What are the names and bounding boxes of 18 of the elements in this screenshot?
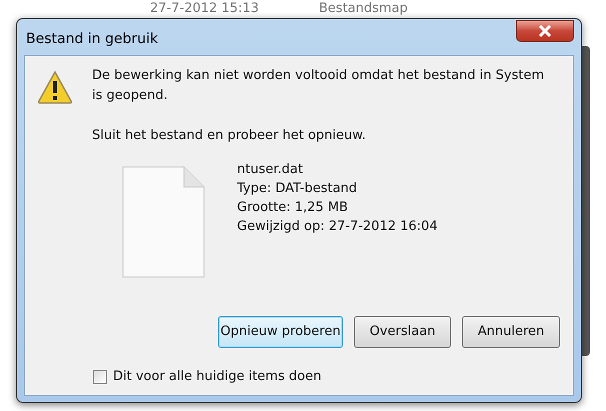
file-name: ntuser.dat <box>237 161 304 179</box>
file-detail: Grootte: 1,25 MB <box>237 199 349 217</box>
dialog-button[interactable]: Opnieuw proberen <box>218 316 343 348</box>
instruction-text: Sluit het bestand en probeer het opnieuw. <box>92 127 367 145</box>
checkbox-label: Dit voor alle huidige items doen <box>113 368 322 386</box>
warning-icon <box>37 70 73 104</box>
file-detail: Gewijzigd op: 27-7-2012 16:04 <box>237 218 438 236</box>
file-icon <box>122 166 205 278</box>
file-detail: Type: DAT-bestand <box>237 180 358 198</box>
type-text: Bestandsmap <box>318 0 408 18</box>
dialog-button[interactable]: Overslaan <box>354 316 451 348</box>
checkbox[interactable] <box>93 370 107 384</box>
close-button[interactable] <box>516 20 574 42</box>
date-text: 27-7-2012 15:13 <box>150 0 259 18</box>
window-title: Bestand in gebruik <box>26 30 158 49</box>
dialog-button[interactable]: Annuleren <box>462 316 560 348</box>
close-icon <box>538 25 552 37</box>
error-message: De bewerking kan niet worden voltooid omdat het bestand in System is geopend. <box>92 67 546 105</box>
